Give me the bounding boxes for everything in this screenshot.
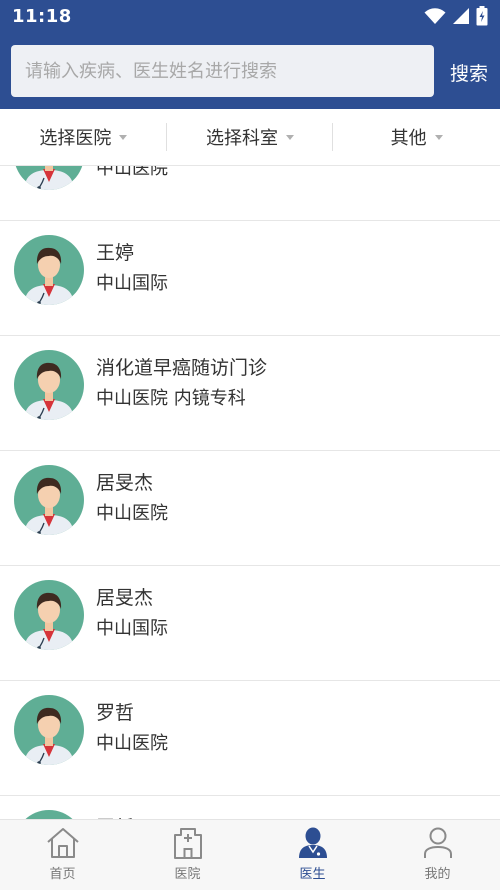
tab-home-label: 首页 <box>49 867 76 882</box>
filter-hospital-label: 选择医院 <box>39 128 112 149</box>
doctor-avatar <box>14 580 84 650</box>
doctor-list-content: 中山医院 王婷 中山国际 消化道早癌随访门诊 中山医院 内镜专科 居旻杰 中山医院 居旻杰 中山… <box>0 166 500 819</box>
tab-doctor[interactable]: 医生 <box>250 820 375 890</box>
doctor-list-item[interactable]: 消化道早癌随访门诊 中山医院 内镜专科 <box>0 336 500 451</box>
tab-home[interactable]: 首页 <box>0 820 125 890</box>
tab-hospital[interactable]: 医院 <box>125 820 250 890</box>
tab-hospital-label: 医院 <box>174 867 201 882</box>
doctor-name: 居旻杰 <box>96 472 154 494</box>
status-time: 11:18 <box>12 6 72 27</box>
caret-down-icon <box>286 134 294 140</box>
status-bar: 11:18 <box>0 0 500 33</box>
doctor-list-item[interactable]: 居旻杰 中山国际 <box>0 566 500 681</box>
doctor-hospital: 中山医院 <box>96 166 168 179</box>
doctor-list-item[interactable]: 罗哲 中山医院 <box>0 681 500 796</box>
profile-icon <box>423 827 452 858</box>
doctor-list-item[interactable]: 罗哲 <box>0 796 500 819</box>
battery-icon <box>476 6 488 26</box>
doctor-hospital: 中山医院 <box>96 733 168 754</box>
home-icon <box>46 828 79 858</box>
tab-doctor-label: 医生 <box>299 867 326 882</box>
hospital-icon <box>173 828 202 859</box>
doctor-list-item[interactable]: 居旻杰 中山医院 <box>0 451 500 566</box>
doctor-hospital: 中山国际 <box>96 618 168 639</box>
status-icons <box>424 6 488 26</box>
doctor-avatar <box>14 350 84 420</box>
filter-other-label: 其他 <box>390 128 427 149</box>
doctor-name: 罗哲 <box>96 702 135 724</box>
doctor-list-item[interactable]: 中山医院 <box>0 166 500 221</box>
search-button[interactable]: 搜索 <box>450 59 488 86</box>
filter-hospital[interactable]: 选择医院 <box>0 109 167 165</box>
doctor-list[interactable]: 中山医院 王婷 中山国际 消化道早癌随访门诊 中山医院 内镜专科 居旻杰 中山医院 居旻杰 中山… <box>0 166 500 819</box>
filter-other[interactable]: 其他 <box>333 109 500 165</box>
doctor-avatar <box>14 166 84 190</box>
tab-profile-label: 我的 <box>424 867 451 882</box>
signal-icon <box>453 8 469 24</box>
doctor-hospital: 中山国际 <box>96 273 168 294</box>
caret-down-icon <box>434 134 443 140</box>
search-header: 搜索 <box>0 33 500 109</box>
filter-department[interactable]: 选择科室 <box>167 109 334 165</box>
doctor-list-item[interactable]: 王婷 中山国际 <box>0 221 500 336</box>
filter-bar: 选择医院 选择科室 其他 <box>0 109 500 166</box>
doctor-avatar <box>14 235 84 305</box>
doctor-avatar <box>14 810 84 819</box>
doctor-name: 王婷 <box>96 242 135 264</box>
filter-department-label: 选择科室 <box>206 128 278 149</box>
bottom-tab-bar: 首页 医院 医生 我的 <box>0 819 500 890</box>
doctor-name: 消化道早癌随访门诊 <box>96 357 268 379</box>
doctor-avatar <box>14 695 84 765</box>
caret-down-icon <box>119 134 128 140</box>
tab-profile[interactable]: 我的 <box>375 820 500 890</box>
doctor-avatar <box>14 465 84 535</box>
wifi-icon <box>424 8 446 24</box>
doctor-name: 居旻杰 <box>96 587 154 609</box>
doctor-icon <box>298 827 327 858</box>
search-input[interactable] <box>11 45 434 97</box>
doctor-hospital: 中山医院 内镜专科 <box>96 388 246 409</box>
doctor-hospital: 中山医院 <box>96 503 168 524</box>
